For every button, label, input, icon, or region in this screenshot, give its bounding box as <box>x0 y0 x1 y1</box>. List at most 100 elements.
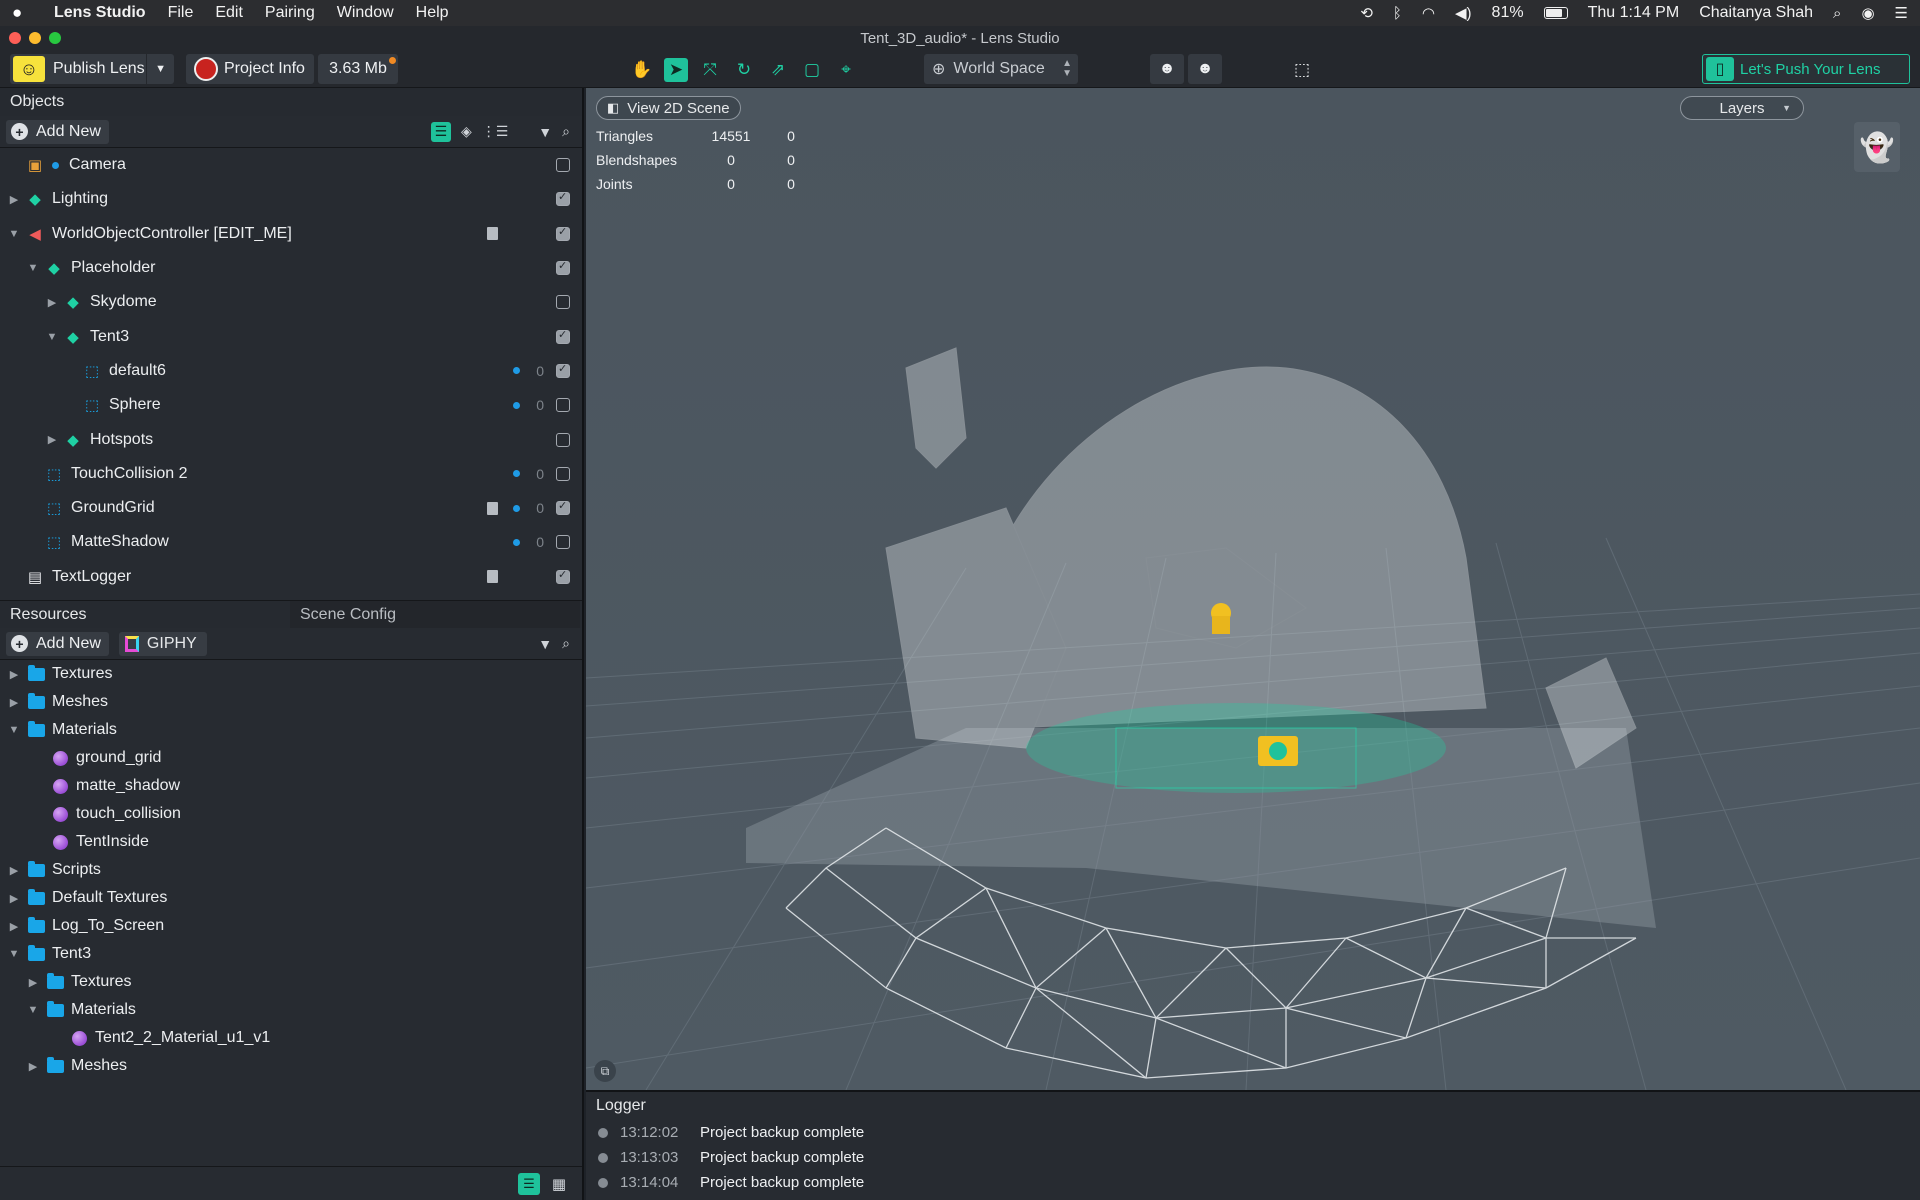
collapsed-arrow-icon[interactable]: ▶ <box>46 296 58 309</box>
tab-scene-config[interactable]: Scene Config <box>290 601 580 628</box>
object-row[interactable]: ⬚ GroundGrid 0 <box>0 491 582 525</box>
project-info-button[interactable]: Project Info <box>186 54 314 84</box>
collapsed-arrow-icon[interactable]: ▶ <box>8 193 20 206</box>
resource-folder-row[interactable]: ▶ Textures <box>0 968 582 996</box>
object-row[interactable]: ▶ ◆ Hotspots <box>0 422 582 456</box>
notification-center-icon[interactable]: ☰ <box>1895 4 1908 22</box>
object-row[interactable]: ▣ Camera <box>0 148 582 182</box>
enabled-checkbox[interactable] <box>556 432 570 447</box>
menu-app-name[interactable]: Lens Studio <box>54 4 146 22</box>
enabled-checkbox[interactable] <box>556 259 570 276</box>
expand-tool-icon[interactable]: ⤧ <box>698 58 722 82</box>
collapsed-arrow-icon[interactable]: ▶ <box>27 976 39 989</box>
close-window-button[interactable] <box>9 32 21 44</box>
enabled-checkbox[interactable] <box>556 328 570 344</box>
list-mode-icon[interactable]: ☰ <box>518 1173 540 1195</box>
enabled-checkbox[interactable] <box>556 466 570 481</box>
enabled-checkbox[interactable] <box>556 158 570 173</box>
collapsed-arrow-icon[interactable]: ▶ <box>46 433 58 446</box>
preview-group-icon[interactable]: ☻ <box>1188 54 1222 84</box>
zoom-window-button[interactable] <box>49 32 61 44</box>
resource-material-row[interactable]: matte_shadow <box>0 772 582 800</box>
tab-resources[interactable]: Resources <box>0 601 290 628</box>
grid-mode-icon[interactable]: ▦ <box>548 1173 570 1195</box>
object-row[interactable]: ⬚ TouchCollision 2 0 <box>0 457 582 491</box>
push-lens-button[interactable]: ▯ Let's Push Your Lens <box>1702 54 1910 84</box>
enabled-checkbox[interactable] <box>556 190 570 207</box>
resource-material-row[interactable]: ground_grid <box>0 744 582 772</box>
focus-tool-icon[interactable]: ⌖ <box>834 58 858 82</box>
enabled-checkbox[interactable] <box>556 225 570 241</box>
object-row[interactable]: ⬚ MatteShadow 0 <box>0 525 582 559</box>
search-icon[interactable]: ⌕ <box>562 635 570 652</box>
snapchat-ghost-icon[interactable]: 👻 <box>1854 122 1900 172</box>
rect-tool-icon[interactable]: ▢ <box>800 58 824 82</box>
collapsed-arrow-icon[interactable]: ▶ <box>8 892 20 905</box>
expanded-arrow-icon[interactable]: ▼ <box>27 1004 39 1016</box>
resource-folder-row[interactable]: ▶ Meshes <box>0 1052 582 1080</box>
objects-add-new-button[interactable]: + Add New <box>6 119 109 144</box>
enabled-checkbox[interactable] <box>556 499 570 516</box>
minimize-window-button[interactable] <box>29 32 41 44</box>
chevron-down-icon[interactable]: ▼ <box>146 54 166 84</box>
enabled-checkbox[interactable] <box>556 535 570 550</box>
layers-view-icon[interactable]: ◈ <box>461 123 472 140</box>
menu-edit[interactable]: Edit <box>215 4 243 22</box>
cursor-pick-icon[interactable]: ⬚ <box>1290 58 1314 82</box>
expanded-arrow-icon[interactable]: ▼ <box>46 331 58 343</box>
menu-window[interactable]: Window <box>337 4 394 22</box>
preview-person-icon[interactable]: ☻ <box>1150 54 1184 84</box>
enabled-checkbox[interactable] <box>556 362 570 378</box>
collapsed-arrow-icon[interactable]: ▶ <box>8 696 20 709</box>
object-row[interactable]: ▤ TextLogger <box>0 560 582 594</box>
enabled-checkbox[interactable] <box>556 568 570 584</box>
script-attached-icon[interactable] <box>487 570 498 584</box>
search-icon[interactable]: ⌕ <box>562 123 570 140</box>
time-machine-icon[interactable]: ⟲ <box>1360 4 1373 22</box>
scene-viewport[interactable]: ◧ View 2D Scene Triangles 14551 0 Blends… <box>586 88 1920 1090</box>
enabled-checkbox[interactable] <box>556 295 570 310</box>
script-attached-icon[interactable] <box>487 227 498 241</box>
expanded-arrow-icon[interactable]: ▼ <box>8 228 20 240</box>
menu-help[interactable]: Help <box>416 4 449 22</box>
resource-folder-row[interactable]: ▼ Materials <box>0 996 582 1024</box>
project-size[interactable]: 3.63 Mb <box>318 54 398 84</box>
enabled-checkbox[interactable] <box>556 398 570 413</box>
wifi-icon[interactable]: ◠ <box>1422 4 1435 22</box>
resources-add-new-button[interactable]: + Add New <box>6 631 109 656</box>
rotate-tool-icon[interactable]: ↻ <box>732 58 756 82</box>
battery-icon[interactable] <box>1543 7 1568 19</box>
object-row[interactable]: ▶ ◆ Skydome <box>0 285 582 319</box>
resource-folder-row[interactable]: ▶ Log_To_Screen <box>0 912 582 940</box>
scene-render[interactable] <box>586 88 1920 1090</box>
resource-folder-row[interactable]: ▶ Default Textures <box>0 884 582 912</box>
collapsed-arrow-icon[interactable]: ▶ <box>8 864 20 877</box>
resource-folder-row[interactable]: ▶ Textures <box>0 660 582 688</box>
object-row[interactable]: ▼ ◆ Tent3 <box>0 319 582 353</box>
filter-icon[interactable]: ▼ <box>538 636 552 652</box>
collapsed-arrow-icon[interactable]: ▶ <box>8 920 20 933</box>
resource-material-row[interactable]: TentInside <box>0 828 582 856</box>
publish-lens-button[interactable]: ☺ Publish Lens ▼ <box>10 54 174 84</box>
collapsed-arrow-icon[interactable]: ▶ <box>8 668 20 681</box>
object-row[interactable]: ▼ ◀ WorldObjectController [EDIT_ME] <box>0 217 582 251</box>
giphy-button[interactable]: GIPHY <box>118 631 207 656</box>
resource-folder-row[interactable]: ▶ Meshes <box>0 688 582 716</box>
bluetooth-icon[interactable]: ᛒ <box>1393 5 1402 22</box>
expanded-arrow-icon[interactable]: ▼ <box>8 724 20 736</box>
expanded-arrow-icon[interactable]: ▼ <box>27 262 39 274</box>
resource-material-row[interactable]: Tent2_2_Material_u1_v1 <box>0 1024 582 1052</box>
menu-file[interactable]: File <box>168 4 194 22</box>
expanded-arrow-icon[interactable]: ▼ <box>8 948 20 960</box>
resource-folder-row[interactable]: ▼ Materials <box>0 716 582 744</box>
object-row[interactable]: ▶ ◆ Lighting <box>0 182 582 216</box>
resource-folder-row[interactable]: ▼ Tent3 <box>0 940 582 968</box>
apple-menu-icon[interactable]: ● <box>12 3 32 23</box>
view-2d-scene-button[interactable]: ◧ View 2D Scene <box>596 96 741 120</box>
list-view-icon[interactable]: ☰ <box>430 121 451 142</box>
object-row[interactable]: ⬚ Sphere 0 <box>0 388 582 422</box>
object-row[interactable]: ▼ ◆ Placeholder <box>0 251 582 285</box>
resource-folder-row[interactable]: ▶ Scripts <box>0 856 582 884</box>
scale-tool-icon[interactable]: ⇗ <box>766 58 790 82</box>
viewport-corner-icon[interactable]: ⧉ <box>594 1060 616 1082</box>
